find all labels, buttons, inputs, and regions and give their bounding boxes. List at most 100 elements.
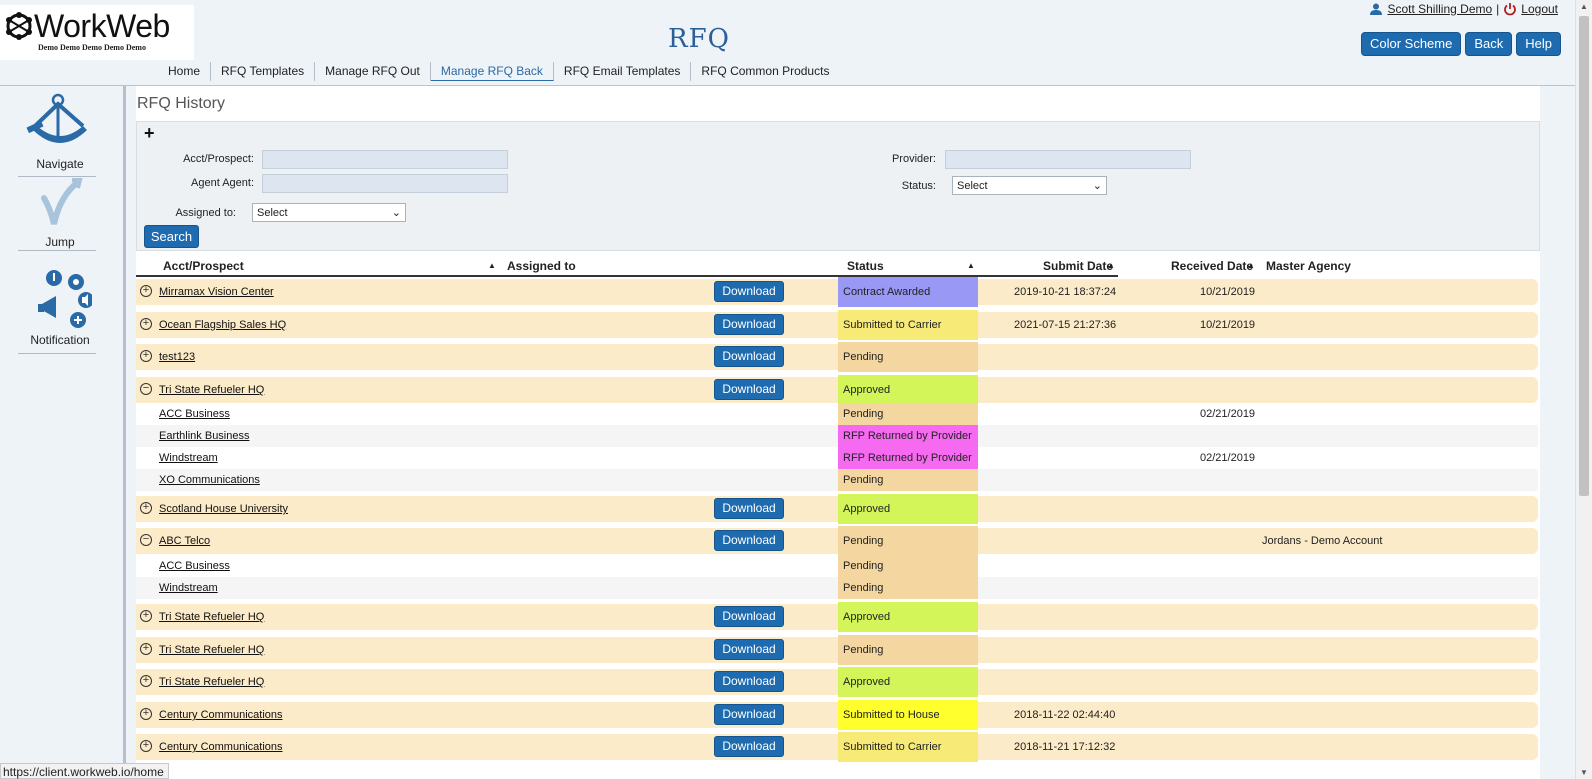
collapse-icon[interactable]: −: [140, 534, 152, 546]
search-panel: + Acct/Prospect: Agent Agent: Assigned t…: [136, 121, 1540, 251]
expand-icon[interactable]: +: [140, 610, 152, 622]
sort-arrow-icon[interactable]: ▲: [967, 261, 975, 270]
sort-arrow-icon[interactable]: ▲: [1107, 261, 1115, 270]
download-button[interactable]: Download: [714, 530, 784, 551]
child-row: XO Communications Pending: [136, 469, 1538, 491]
download-button[interactable]: Download: [714, 671, 784, 692]
nav-rfq-common-products[interactable]: RFQ Common Products: [691, 62, 839, 81]
acct-prospect-input[interactable]: [262, 150, 508, 169]
status-select[interactable]: Select ⌄: [952, 176, 1107, 195]
status-cell: Approved: [838, 375, 978, 405]
scrollbar-thumb[interactable]: [1579, 16, 1589, 496]
account-link[interactable]: test123: [159, 351, 195, 363]
child-row: ACC Business Pending: [136, 555, 1538, 577]
page-brand: RFQ: [668, 24, 730, 54]
provider-input[interactable]: [945, 150, 1191, 169]
download-button[interactable]: Download: [714, 379, 784, 400]
expand-icon[interactable]: +: [140, 740, 152, 752]
workweb-logo[interactable]: WorkWeb Demo Demo Demo Demo Demo: [0, 5, 194, 60]
agent-agent-input[interactable]: [262, 174, 508, 193]
help-button[interactable]: Help: [1516, 32, 1561, 56]
column-header-status[interactable]: Status: [847, 259, 884, 273]
received-date: 02/21/2019: [1200, 452, 1256, 464]
expand-icon[interactable]: +: [140, 502, 152, 514]
column-header-master-agency[interactable]: Master Agency: [1266, 259, 1351, 273]
status-cell: Approved: [838, 494, 978, 524]
account-link[interactable]: Mirramax Vision Center: [159, 286, 274, 298]
download-button[interactable]: Download: [714, 346, 784, 367]
nav-home[interactable]: Home: [158, 62, 212, 81]
agent-agent-label: Agent Agent:: [191, 177, 254, 189]
top-navigation: Home RFQ Templates Manage RFQ Out Manage…: [158, 62, 839, 81]
expand-icon[interactable]: +: [140, 285, 152, 297]
status-cell: Submitted to Carrier: [838, 732, 978, 762]
column-header-received-date[interactable]: Received Date: [1171, 259, 1253, 273]
nav-rfq-templates[interactable]: RFQ Templates: [211, 62, 316, 81]
provider-link[interactable]: XO Communications: [159, 474, 260, 486]
sidebar-divider: [18, 353, 96, 354]
download-button[interactable]: Download: [714, 606, 784, 627]
nav-rfq-email-templates[interactable]: RFQ Email Templates: [554, 62, 692, 81]
child-row: Earthlink Business RFP Returned by Provi…: [136, 425, 1538, 447]
column-header-acct[interactable]: Acct/Prospect: [163, 259, 244, 273]
account-link[interactable]: Scotland House University: [159, 503, 288, 515]
sort-arrow-icon[interactable]: ▲: [488, 261, 496, 270]
table-row: − ABC Telco Download Pending Jordans - D…: [136, 526, 1538, 556]
provider-link[interactable]: ACC Business: [159, 560, 230, 572]
download-button[interactable]: Download: [714, 281, 784, 302]
sidebar-jump[interactable]: Jump: [18, 178, 102, 249]
sidebar-notification[interactable]: Notification: [18, 266, 102, 347]
power-icon[interactable]: [1503, 2, 1517, 16]
expand-filters-icon[interactable]: +: [144, 123, 155, 144]
account-link[interactable]: Century Communications: [159, 709, 283, 721]
nav-manage-rfq-out[interactable]: Manage RFQ Out: [315, 62, 431, 81]
scroll-up-icon[interactable]: ▲: [1580, 2, 1588, 11]
header-divider: |: [1496, 2, 1500, 16]
expand-icon[interactable]: +: [140, 318, 152, 330]
nav-manage-rfq-back[interactable]: Manage RFQ Back: [430, 62, 554, 81]
assigned-to-select[interactable]: Select ⌄: [252, 203, 406, 222]
sidebar-navigate-label: Navigate: [36, 157, 84, 171]
expand-icon[interactable]: +: [140, 708, 152, 720]
search-button[interactable]: Search: [144, 225, 199, 248]
back-button[interactable]: Back: [1465, 32, 1513, 56]
user-name-link[interactable]: Scott Shilling Demo: [1387, 2, 1492, 16]
status-cell: Pending: [838, 635, 978, 665]
provider-link[interactable]: ACC Business: [159, 408, 230, 420]
main-content: RFQ History + Acct/Prospect: Agent Agent…: [136, 86, 1540, 779]
download-button[interactable]: Download: [714, 498, 784, 519]
sort-arrow-icon[interactable]: ▲: [1247, 261, 1255, 270]
provider-link[interactable]: Earthlink Business: [159, 430, 250, 442]
chevron-down-icon: ⌄: [1092, 180, 1102, 192]
logout-link[interactable]: Logout: [1521, 2, 1558, 16]
color-scheme-button[interactable]: Color Scheme: [1360, 32, 1462, 56]
download-button[interactable]: Download: [714, 639, 784, 660]
account-link[interactable]: Tri State Refueler HQ: [159, 644, 264, 656]
account-link[interactable]: Tri State Refueler HQ: [159, 676, 264, 688]
account-link[interactable]: Century Communications: [159, 741, 283, 753]
provider-link[interactable]: Windstream: [159, 452, 218, 464]
column-header-submit-date[interactable]: Submit Date: [1043, 259, 1113, 273]
sidebar-navigate[interactable]: Navigate: [18, 92, 102, 171]
assigned-to-label: Assigned to:: [175, 207, 236, 219]
scroll-down-icon[interactable]: ▼: [1580, 768, 1588, 777]
collapse-icon[interactable]: −: [140, 383, 152, 395]
notification-icons-cluster: [38, 270, 94, 328]
provider-link[interactable]: Windstream: [159, 582, 218, 594]
acct-prospect-label: Acct/Prospect:: [183, 153, 254, 165]
download-button[interactable]: Download: [714, 314, 784, 335]
column-header-assigned[interactable]: Assigned to: [507, 259, 576, 273]
table-row: − Tri State Refueler HQ Download Approve…: [136, 375, 1538, 405]
vertical-scrollbar[interactable]: ▲ ▼: [1575, 0, 1592, 779]
account-link[interactable]: ABC Telco: [159, 535, 210, 547]
expand-icon[interactable]: +: [140, 350, 152, 362]
account-link[interactable]: Ocean Flagship Sales HQ: [159, 319, 286, 331]
download-button[interactable]: Download: [714, 736, 784, 757]
status-cell: Submitted to Carrier: [838, 310, 978, 340]
expand-icon[interactable]: +: [140, 643, 152, 655]
account-link[interactable]: Tri State Refueler HQ: [159, 384, 264, 396]
download-button[interactable]: Download: [714, 704, 784, 725]
account-link[interactable]: Tri State Refueler HQ: [159, 611, 264, 623]
expand-icon[interactable]: +: [140, 675, 152, 687]
browser-status-bar: https://client.workweb.io/home: [0, 763, 169, 779]
